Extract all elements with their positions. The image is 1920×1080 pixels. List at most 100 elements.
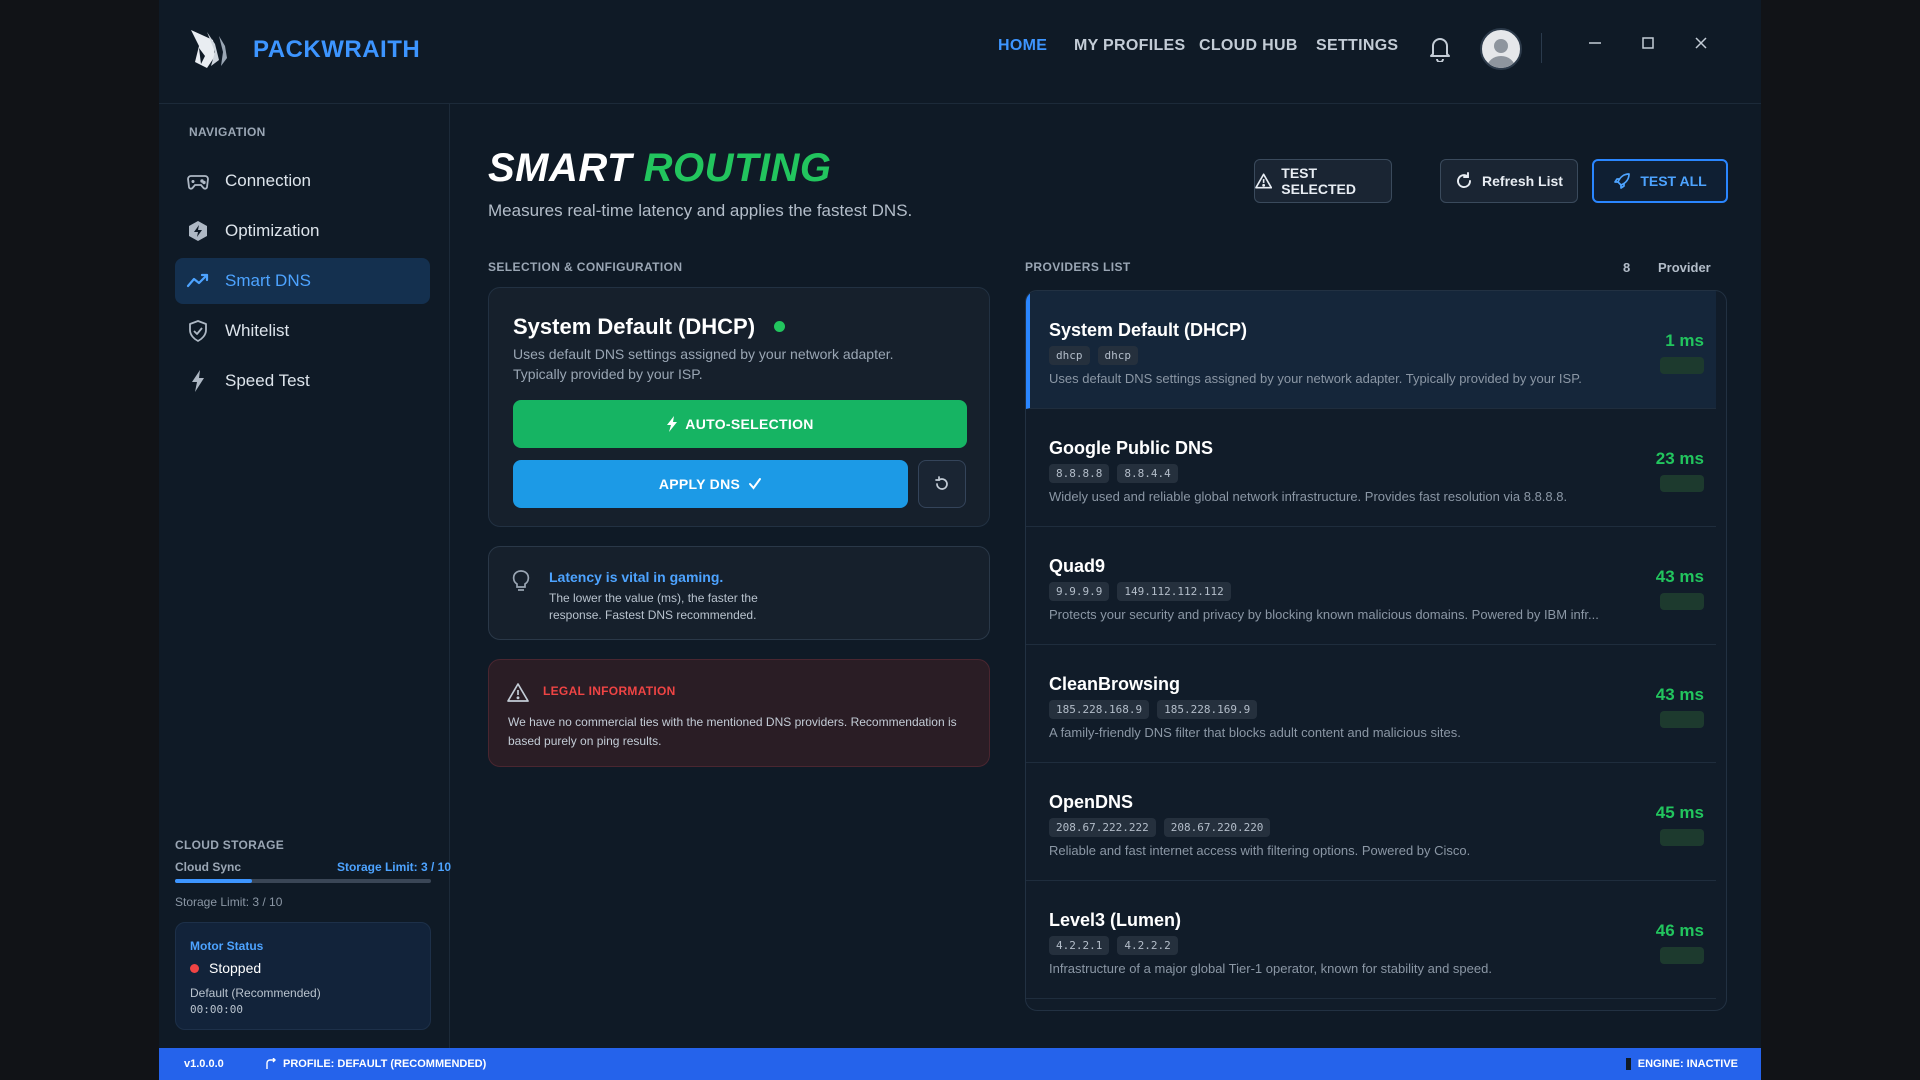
provider-latency: 45 ms bbox=[1655, 803, 1704, 822]
providers-section-label: PROVIDERS LIST bbox=[1025, 260, 1131, 274]
nav-home[interactable]: HOME bbox=[998, 37, 1047, 55]
bell-icon[interactable] bbox=[1427, 34, 1453, 62]
status-engine: ENGINE: INACTIVE bbox=[1625, 1058, 1738, 1070]
ip-tag: 4.2.2.1 bbox=[1049, 936, 1110, 955]
nav-cloud-hub[interactable]: CLOUD HUB bbox=[1199, 37, 1298, 55]
auto-selection-button[interactable]: AUTO-SELECTION bbox=[513, 400, 967, 448]
provider-description: Protects your security and privacy by bl… bbox=[1049, 607, 1599, 622]
provider-tags: 4.2.2.1 4.2.2.2 bbox=[1049, 936, 1178, 955]
ip-tag: 4.2.2.2 bbox=[1117, 936, 1178, 955]
test-all-label: TEST ALL bbox=[1640, 173, 1707, 189]
provider-row-google[interactable]: Google Public DNS 8.8.8.8 8.8.4.4 Widely… bbox=[1026, 409, 1716, 527]
provider-tags: 208.67.222.222 208.67.220.220 bbox=[1049, 818, 1271, 837]
provider-latency: 43 ms bbox=[1655, 567, 1704, 586]
engine-indicator-icon bbox=[1625, 1058, 1631, 1070]
provider-tags: 185.228.168.9 185.228.169.9 bbox=[1049, 700, 1258, 719]
provider-name: Quad9 bbox=[1049, 556, 1106, 576]
motor-state: Stopped bbox=[209, 960, 262, 976]
provider-row-cleanbrowsing[interactable]: CleanBrowsing 185.228.168.9 185.228.169.… bbox=[1026, 645, 1716, 763]
provider-row-opendns[interactable]: OpenDNS 208.67.222.222 208.67.220.220 Re… bbox=[1026, 763, 1716, 881]
ip-tag: dhcp bbox=[1097, 346, 1138, 365]
ip-tag: 185.228.169.9 bbox=[1157, 700, 1258, 719]
sidebar-item-label: Connection bbox=[225, 171, 312, 190]
status-engine-label: ENGINE: INACTIVE bbox=[1637, 1058, 1738, 1070]
user-silhouette-icon bbox=[1487, 39, 1515, 68]
user-avatar[interactable] bbox=[1480, 28, 1522, 70]
status-bar: v1.0.0.0 PROFILE: DEFAULT (RECOMMENDED) … bbox=[159, 1048, 1761, 1080]
storage-progress-bar bbox=[175, 879, 431, 883]
test-selected-label: TEST SELECTED bbox=[1281, 165, 1356, 197]
sidebar-item-label: Optimization bbox=[225, 221, 320, 240]
provider-name: System Default (DHCP) bbox=[1049, 320, 1248, 340]
apply-dns-button[interactable]: APPLY DNS bbox=[513, 460, 908, 508]
test-all-button[interactable]: TEST ALL bbox=[1592, 159, 1728, 203]
warning-icon bbox=[507, 683, 529, 702]
motor-status-card: Motor Status Stopped Default (Recommende… bbox=[175, 922, 431, 1030]
minimize-icon[interactable] bbox=[1580, 28, 1610, 58]
shield-check-icon bbox=[189, 320, 207, 342]
cloud-sync-label: Cloud Sync bbox=[175, 860, 242, 874]
motor-timer: 00:00:00 bbox=[190, 1003, 243, 1016]
provider-description: A family-friendly DNS filter that blocks… bbox=[1049, 725, 1461, 740]
cloud-storage-heading: CLOUD STORAGE bbox=[175, 838, 285, 852]
maximize-icon[interactable] bbox=[1633, 28, 1663, 58]
profile-arrow-icon bbox=[266, 1058, 276, 1069]
refresh-list-label: Refresh List bbox=[1482, 173, 1563, 189]
latency-bar bbox=[1660, 593, 1704, 610]
provider-latency: 1 ms bbox=[1665, 331, 1704, 350]
sidebar-item-optimization[interactable]: Optimization bbox=[175, 208, 430, 254]
provider-count-label: Provider bbox=[1658, 260, 1711, 275]
apply-dns-label: APPLY DNS bbox=[658, 476, 741, 492]
latency-bar bbox=[1660, 475, 1704, 492]
provider-latency: 43 ms bbox=[1655, 685, 1704, 704]
tip-title: Latency is vital in gaming. bbox=[549, 569, 724, 585]
legal-title: LEGAL INFORMATION bbox=[543, 684, 676, 698]
sidebar-item-speed-test[interactable]: Speed Test bbox=[175, 358, 430, 404]
status-dot-icon bbox=[190, 964, 199, 973]
provider-count: 8 bbox=[1623, 260, 1631, 275]
motor-profile: Default (Recommended) bbox=[190, 986, 321, 1000]
bolt-icon bbox=[667, 416, 678, 432]
legal-body: We have no commercial ties with the ment… bbox=[508, 715, 957, 748]
title-bar: PACKWRAITH HOME MY PROFILES CLOUD HUB SE… bbox=[159, 0, 1761, 104]
provider-row-system-default[interactable]: System Default (DHCP) dhcp dhcp Uses def… bbox=[1026, 291, 1716, 409]
ip-tag: 149.112.112.112 bbox=[1117, 582, 1231, 601]
nav-my-profiles[interactable]: MY PROFILES bbox=[1074, 37, 1185, 55]
close-icon[interactable] bbox=[1686, 28, 1716, 58]
sidebar-item-label: Smart DNS bbox=[225, 271, 311, 290]
status-profile: PROFILE: DEFAULT (RECOMMENDED) bbox=[265, 1058, 486, 1070]
app-name: PACKWRAITH bbox=[253, 36, 421, 63]
ip-tag: 9.9.9.9 bbox=[1049, 582, 1110, 601]
bolt-icon bbox=[192, 370, 204, 392]
provider-description: Reliable and fast internet access with f… bbox=[1049, 843, 1471, 858]
reset-dns-button[interactable] bbox=[918, 460, 966, 508]
sidebar-item-label: Whitelist bbox=[225, 321, 290, 340]
providers-list: System Default (DHCP) dhcp dhcp Uses def… bbox=[1025, 290, 1727, 1011]
ip-tag: 185.228.168.9 bbox=[1049, 700, 1150, 719]
provider-row-level3[interactable]: Level3 (Lumen) 4.2.2.1 4.2.2.2 Infrastru… bbox=[1026, 881, 1716, 999]
sidebar-item-whitelist[interactable]: Whitelist bbox=[175, 308, 430, 354]
ip-tag: dhcp bbox=[1049, 346, 1090, 365]
storage-progress-fill bbox=[175, 879, 252, 883]
page-subtitle: Measures real-time latency and applies t… bbox=[488, 201, 913, 220]
provider-latency: 46 ms bbox=[1655, 921, 1704, 940]
ip-tag: 8.8.8.8 bbox=[1049, 464, 1110, 483]
ip-tag: 208.67.220.220 bbox=[1163, 818, 1271, 837]
sidebar-item-connection[interactable]: Connection bbox=[175, 158, 430, 204]
provider-row-quad9[interactable]: Quad9 9.9.9.9 149.112.112.112 Protects y… bbox=[1026, 527, 1716, 645]
motor-status-title: Motor Status bbox=[190, 939, 264, 953]
refresh-icon bbox=[1457, 172, 1471, 188]
wolf-logo-icon bbox=[191, 30, 227, 68]
sidebar-item-label: Speed Test bbox=[225, 371, 310, 390]
latency-bar bbox=[1660, 711, 1704, 728]
app-version: v1.0.0.0 bbox=[184, 1058, 224, 1070]
hexagon-bolt-icon bbox=[189, 221, 207, 241]
test-selected-button[interactable]: TEST SELECTED bbox=[1254, 159, 1392, 203]
active-status-dot-icon bbox=[774, 321, 785, 332]
refresh-list-button[interactable]: Refresh List bbox=[1440, 159, 1578, 203]
tip-body: The lower the value (ms), the faster the… bbox=[549, 591, 758, 622]
provider-name: CleanBrowsing bbox=[1049, 674, 1181, 694]
latency-bar bbox=[1660, 357, 1704, 374]
sidebar-item-smart-dns[interactable]: Smart DNS bbox=[175, 258, 430, 304]
nav-settings[interactable]: SETTINGS bbox=[1316, 37, 1398, 55]
